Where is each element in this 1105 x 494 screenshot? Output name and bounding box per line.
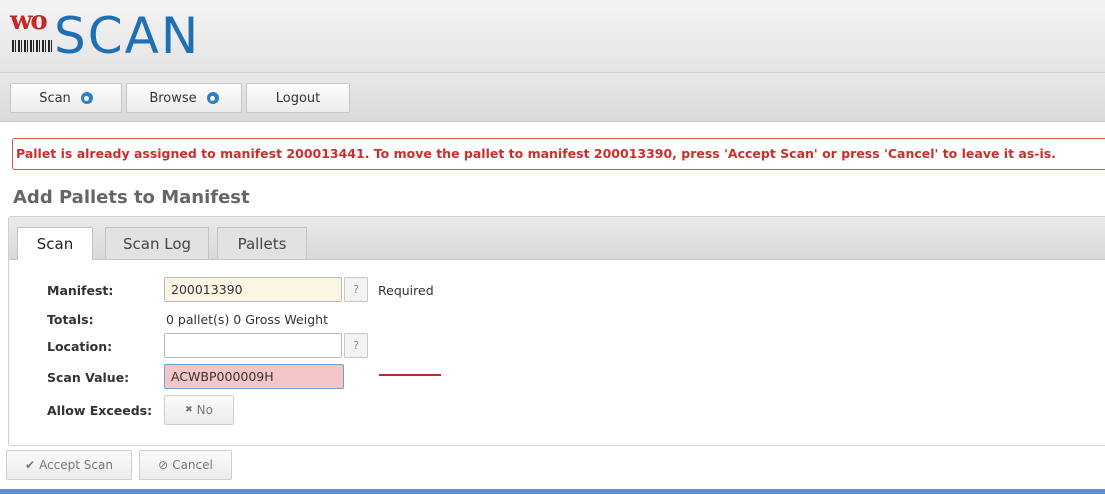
nav-browse-label: Browse <box>149 90 197 106</box>
cancel-icon: ⊘ <box>158 458 169 472</box>
allow-exceeds-toggle[interactable]: ✖ No <box>164 395 234 425</box>
manifest-required-note: Required <box>378 283 434 298</box>
x-icon: ✖ <box>185 405 193 415</box>
tab-scan-log[interactable]: Scan Log <box>105 227 209 259</box>
nav-scan-label: Scan <box>39 90 71 106</box>
footer-divider <box>0 489 1105 494</box>
main-nav: Scan Browse Logout <box>0 73 1105 122</box>
manifest-label: Manifest: <box>47 283 114 298</box>
location-input[interactable] <box>164 333 342 358</box>
error-alert: Pallet is already assigned to manifest 2… <box>12 138 1105 170</box>
dropdown-icon <box>206 92 219 104</box>
logo-name: SCAN <box>54 7 201 65</box>
totals-value: 0 pallet(s) 0 Gross Weight <box>166 312 328 327</box>
check-icon: ✔ <box>25 458 36 472</box>
location-help-button[interactable]: ? <box>344 333 368 358</box>
tab-scan[interactable]: Scan <box>17 227 93 260</box>
manifest-input[interactable]: 200013390 <box>164 277 342 302</box>
app-header: wo SCAN <box>0 0 1105 73</box>
woscan-logo: wo SCAN <box>8 6 268 66</box>
cancel-label: Cancel <box>172 458 213 472</box>
scan-panel: Scan Scan Log Pallets Manifest: 20001339… <box>8 216 1105 446</box>
tab-pallets[interactable]: Pallets <box>217 227 307 259</box>
cancel-button[interactable]: ⊘ Cancel <box>139 450 232 480</box>
location-label: Location: <box>47 339 113 354</box>
accept-scan-button[interactable]: ✔ Accept Scan <box>6 450 132 480</box>
scan-value-input[interactable]: ACWBP000009H <box>164 364 344 389</box>
manifest-help-button[interactable]: ? <box>344 277 368 302</box>
page-title: Add Pallets to Manifest <box>13 187 250 208</box>
accept-scan-label: Accept Scan <box>39 458 113 472</box>
nav-browse-button[interactable]: Browse <box>126 83 242 113</box>
dropdown-icon <box>80 92 93 104</box>
allow-exceeds-label: Allow Exceeds: <box>47 403 153 418</box>
scan-value-label: Scan Value: <box>47 370 130 385</box>
totals-label: Totals: <box>47 312 94 327</box>
nav-scan-button[interactable]: Scan <box>10 83 122 113</box>
barcode-icon <box>12 40 52 52</box>
annotation-underline <box>379 374 441 376</box>
tab-bar: Scan Scan Log Pallets <box>9 217 1105 260</box>
nav-logout-button[interactable]: Logout <box>246 83 350 113</box>
allow-exceeds-value: No <box>196 403 213 417</box>
nav-logout-label: Logout <box>275 90 321 106</box>
logo-prefix: wo <box>10 6 48 36</box>
